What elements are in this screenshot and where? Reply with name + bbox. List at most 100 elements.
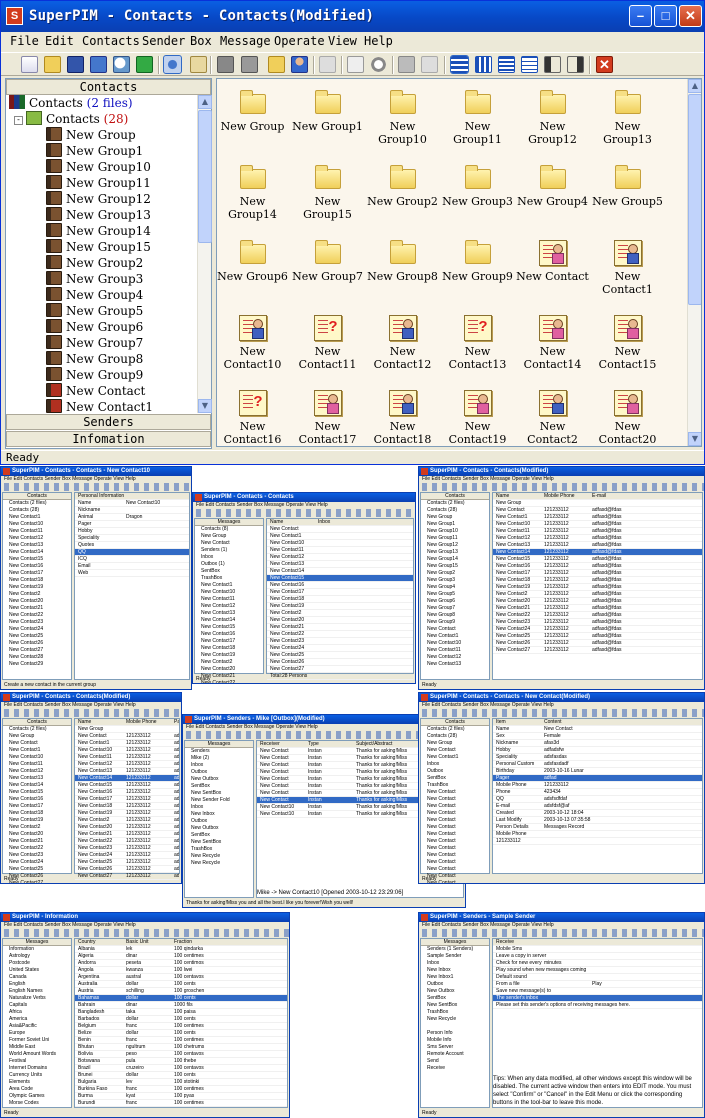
group-item[interactable]: New Group [217, 87, 290, 133]
menu-help[interactable]: Help [364, 34, 393, 48]
tree-item[interactable]: New Group10 [46, 159, 151, 175]
group-item[interactable]: New Group12 [515, 87, 590, 146]
tree-item[interactable]: New Group6 [46, 319, 143, 335]
contact-item[interactable]: New Contact19 [440, 387, 515, 446]
contacts-header[interactable]: Contacts [6, 79, 211, 95]
close-button[interactable]: ✕ [679, 5, 702, 27]
menu-view[interactable]: View [328, 34, 357, 48]
group-item[interactable]: New Group13 [590, 87, 665, 146]
menu-file[interactable]: File [10, 34, 39, 48]
icon-view[interactable]: New Group New Group1 New Group10 New Group1… [216, 78, 702, 447]
print-preview-icon[interactable] [241, 56, 258, 73]
collapse-icon[interactable]: - [14, 116, 23, 125]
open-folder-icon[interactable] [44, 56, 61, 73]
group-item[interactable]: New Group11 [440, 87, 515, 146]
information-bar[interactable]: Infomation [6, 431, 211, 447]
new-contact-icon[interactable] [291, 56, 308, 73]
contact-item[interactable]: New Contact17 [290, 387, 365, 446]
contact-item[interactable]: ? New Contact11 [290, 312, 365, 371]
menu-operate[interactable]: Operate [274, 34, 325, 48]
group-item[interactable]: New Group10 [365, 87, 440, 146]
group-item[interactable]: New Group6 [217, 237, 290, 283]
tree-scrollbar[interactable]: ▲ ▼ [197, 95, 212, 413]
menu-box[interactable]: Box [190, 34, 212, 48]
contact-item[interactable]: ? New Contact16 [217, 387, 290, 446]
contact-item[interactable]: New Contact10 [217, 312, 290, 371]
exit-icon[interactable]: ✕ [596, 56, 613, 73]
delete-icon[interactable] [421, 56, 438, 73]
tree-item[interactable]: New Group2 [46, 255, 143, 271]
tree-item[interactable]: New Group4 [46, 287, 143, 303]
tree-item[interactable]: New Group9 [46, 367, 143, 383]
details-view-icon[interactable] [521, 56, 538, 73]
tree-root[interactable]: Contacts (2 files) [9, 95, 133, 111]
tree-item[interactable]: New Contact [46, 383, 145, 399]
tree-item[interactable]: New Group15 [46, 239, 151, 255]
refresh-icon[interactable] [136, 56, 153, 73]
group-item[interactable]: New Group9 [440, 237, 515, 283]
tree-item[interactable]: New Group11 [46, 175, 151, 191]
search-icon[interactable] [113, 56, 130, 73]
contact-item[interactable]: ? New Contact13 [440, 312, 515, 371]
tree-item[interactable]: New Group14 [46, 223, 151, 239]
save-icon[interactable] [67, 56, 84, 73]
menu-message[interactable]: Message [220, 34, 271, 48]
tree-item[interactable]: New Group12 [46, 191, 151, 207]
title-bar[interactable]: S SuperPIM - Contacts - Contacts(Modifie… [1, 1, 704, 32]
group-item[interactable]: New Group7 [290, 237, 365, 283]
tree-item[interactable]: New Group3 [46, 271, 143, 287]
group-item[interactable]: New Group8 [365, 237, 440, 283]
contact-item[interactable]: New Contact2 [515, 387, 590, 446]
menu-edit[interactable]: Edit [45, 34, 74, 48]
small-icons-view-icon[interactable] [475, 56, 492, 73]
minimize-button[interactable]: – [629, 5, 652, 27]
contact-item[interactable]: New Contact [515, 237, 590, 283]
tree-item[interactable]: New Group7 [46, 335, 143, 351]
scroll-down-arrow[interactable]: ▼ [688, 432, 701, 446]
contacts-mode-icon[interactable] [163, 55, 182, 74]
book-icon[interactable] [190, 56, 207, 73]
group-item[interactable]: New Group1 [290, 87, 365, 133]
group-item[interactable]: New Group4 [515, 162, 590, 208]
menu-sender[interactable]: Sender [142, 34, 185, 48]
large-icons-view-icon[interactable] [450, 55, 469, 74]
contact-item[interactable]: New Contact1 [590, 237, 665, 296]
group-item[interactable]: New Group5 [590, 162, 665, 208]
tree-item[interactable]: New Group5 [46, 303, 143, 319]
print-icon[interactable] [217, 56, 234, 73]
scroll-up-arrow[interactable]: ▲ [198, 95, 212, 109]
scroll-up-arrow[interactable]: ▲ [688, 79, 701, 93]
menu-contacts[interactable]: Contacts [82, 34, 140, 48]
group-item[interactable]: New Group14 [217, 162, 290, 221]
contact-item[interactable]: New Contact15 [590, 312, 665, 371]
tree-book[interactable]: - Contacts (28) [14, 111, 128, 127]
contact-item[interactable]: New Contact14 [515, 312, 590, 371]
tree-item[interactable]: New Group13 [46, 207, 151, 223]
cancel-icon[interactable] [370, 56, 387, 73]
cut-icon[interactable] [398, 56, 415, 73]
tree-item[interactable]: New Contact1 [46, 399, 153, 413]
scroll-down-arrow[interactable]: ▼ [198, 399, 212, 413]
save-all-icon[interactable] [90, 56, 107, 73]
scroll-thumb[interactable] [688, 94, 701, 305]
group-item[interactable]: New Group3 [440, 162, 515, 208]
tree-item[interactable]: New Group1 [46, 143, 143, 159]
move-icon[interactable] [319, 56, 336, 73]
new-group-icon[interactable] [268, 56, 285, 73]
group-item[interactable]: New Group2 [365, 162, 440, 208]
contacts-tree[interactable]: Contacts (2 files) - Contacts (28) New Gr… [6, 95, 198, 413]
sort-ascending-icon[interactable] [544, 56, 561, 73]
list-view-icon[interactable] [498, 56, 515, 73]
contact-item[interactable]: New Contact18 [365, 387, 440, 446]
tree-item[interactable]: New Group8 [46, 351, 143, 367]
group-item[interactable]: New Group15 [290, 162, 365, 221]
app-icon[interactable]: S [6, 7, 23, 25]
contact-item[interactable]: New Contact20 [590, 387, 665, 446]
confirm-icon[interactable] [347, 56, 364, 73]
senders-bar[interactable]: Senders [6, 414, 211, 430]
new-file-icon[interactable] [21, 56, 38, 73]
maximize-button[interactable]: □ [654, 5, 677, 27]
scroll-thumb[interactable] [198, 110, 212, 243]
icon-view-scrollbar[interactable]: ▲ ▼ [687, 79, 701, 446]
tree-item[interactable]: New Group [46, 127, 136, 143]
